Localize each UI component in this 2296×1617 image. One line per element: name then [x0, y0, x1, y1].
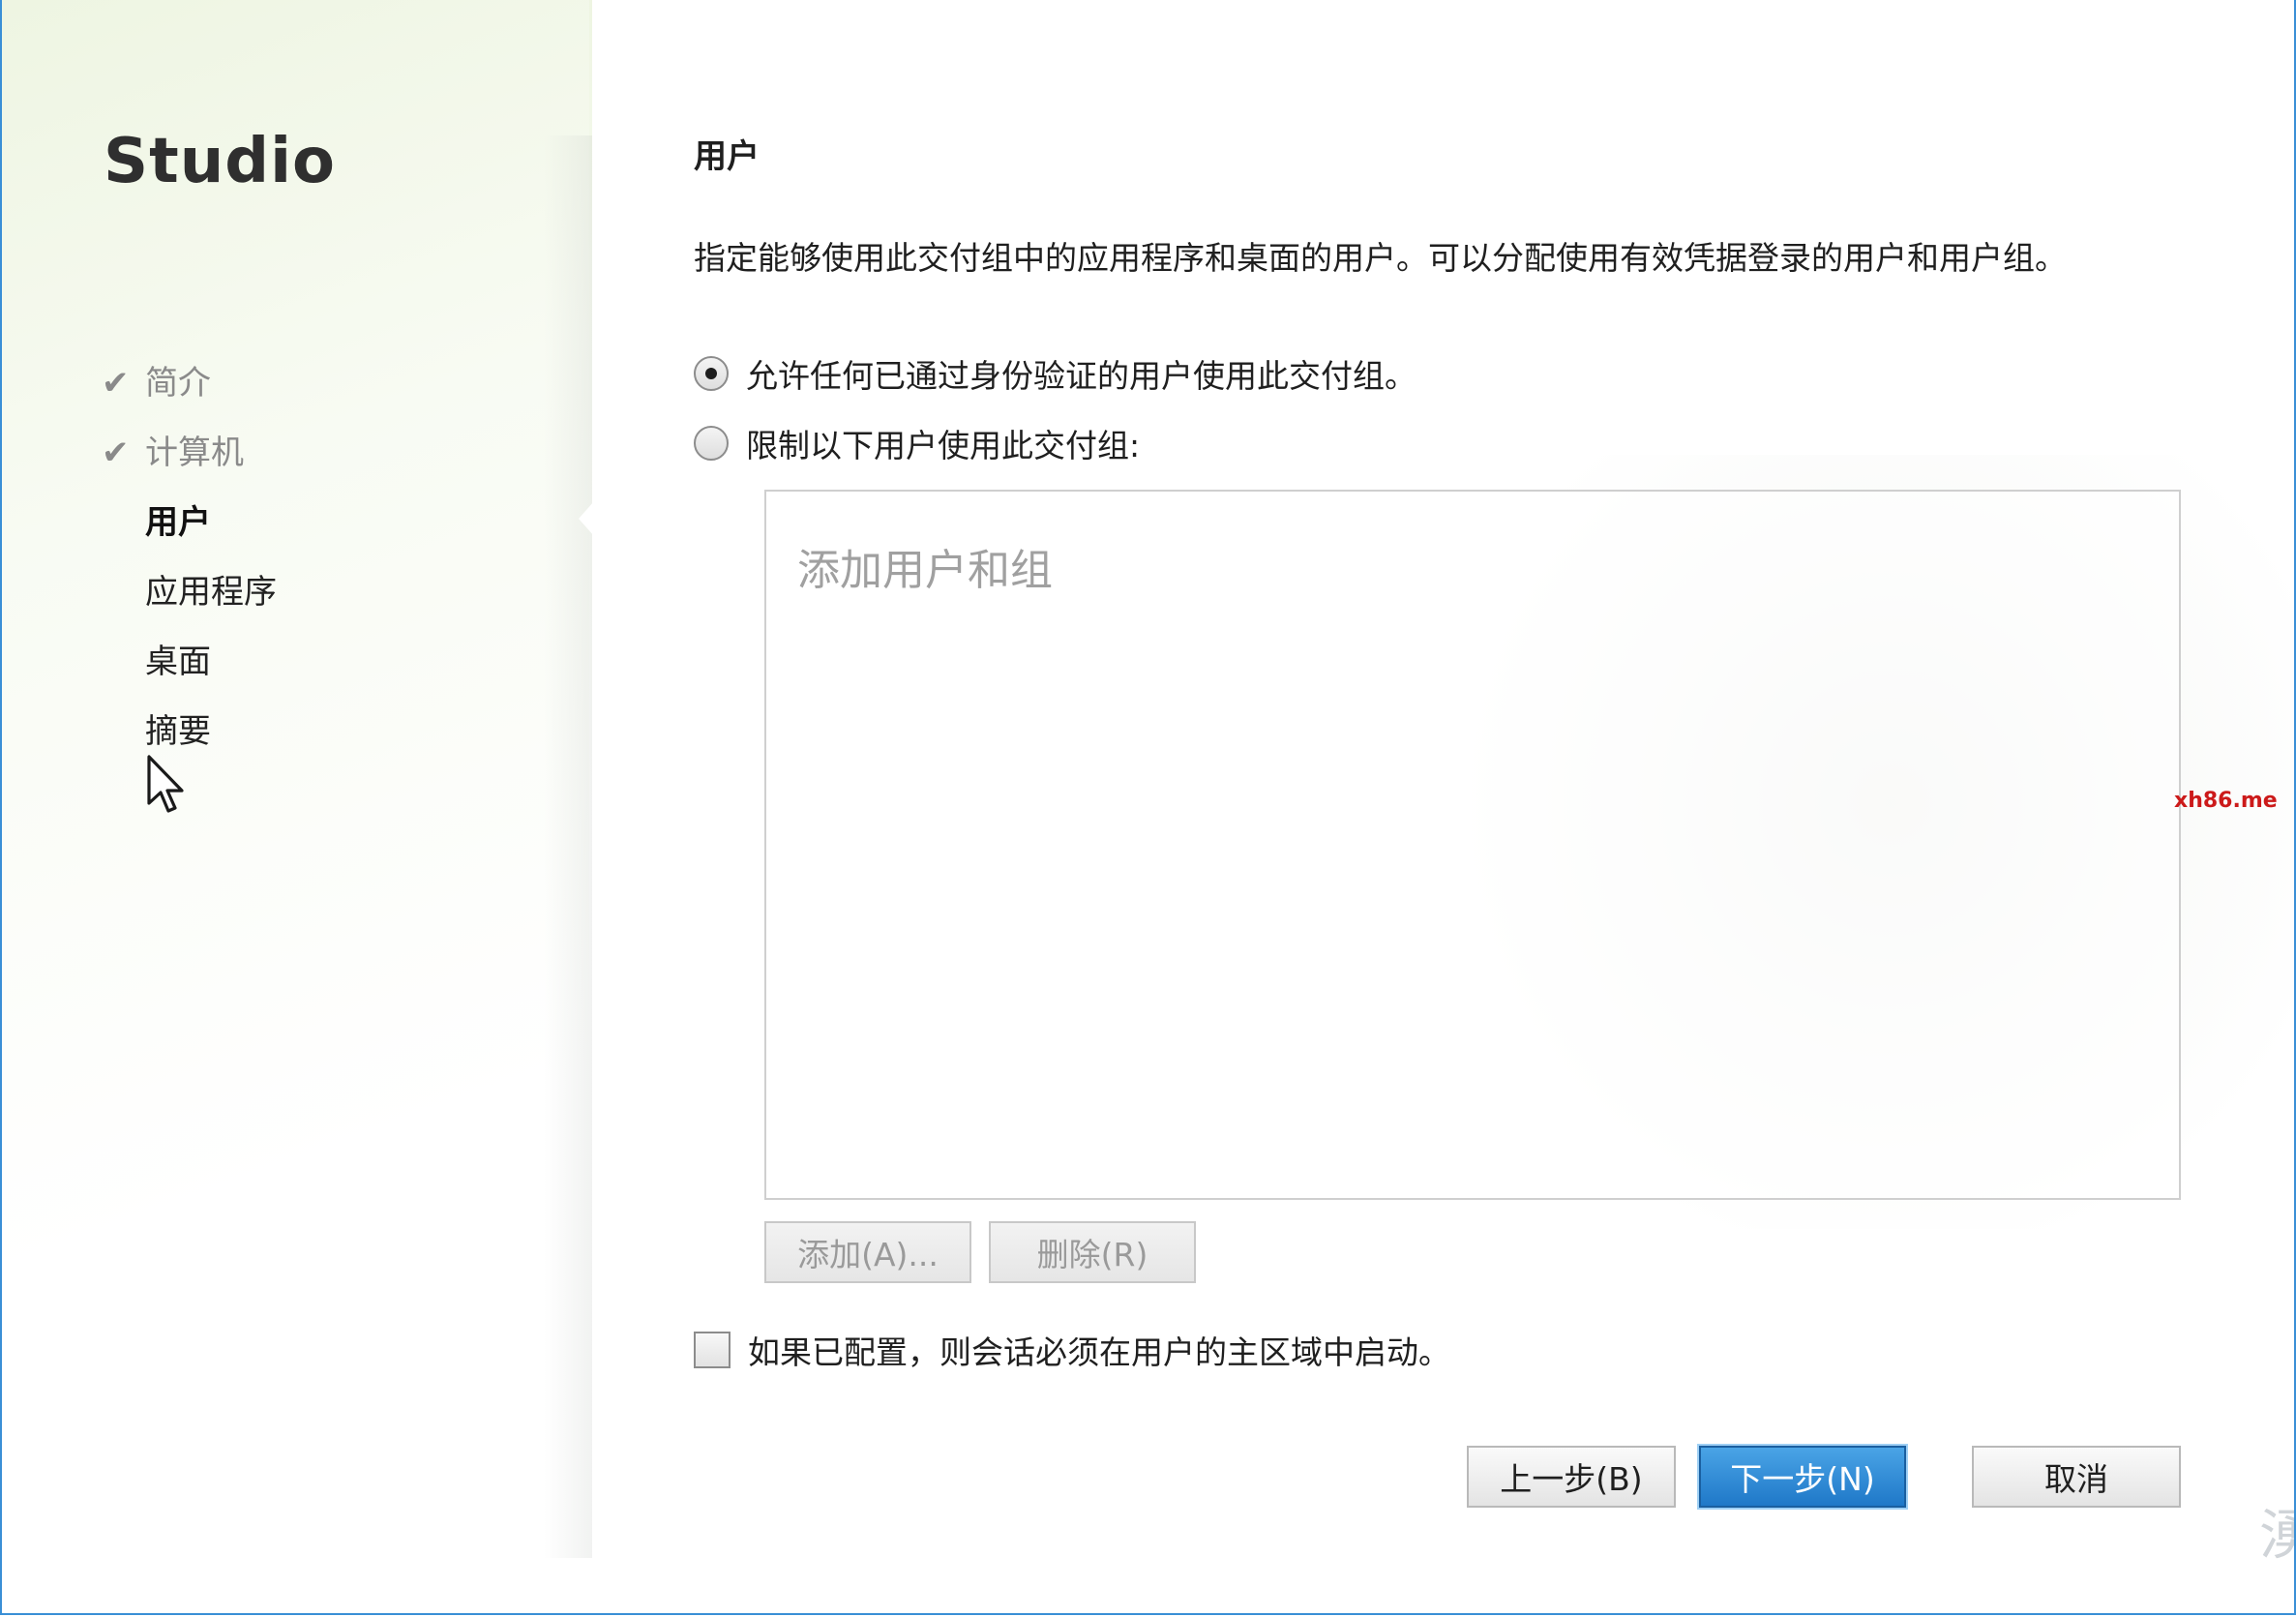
add-users-button[interactable]: 添加(A)... [764, 1221, 971, 1283]
wizard-content-pane: 用户 指定能够使用此交付组中的应用程序和桌面的用户。可以分配使用有效凭据登录的用… [592, 0, 2294, 1613]
step-label: 用户 [145, 503, 211, 542]
restrict-users-option[interactable]: 限制以下用户使用此交付组: [694, 419, 1140, 467]
wizard-nav-pane: Studio ✔ 简介 ✔ 计算机 用户 应用程序 桌面 摘要 [2, 0, 592, 1613]
back-button[interactable]: 上一步(B) [1467, 1446, 1676, 1508]
step-label: 应用程序 [145, 573, 277, 612]
restrict-users-radio[interactable] [694, 426, 729, 461]
allow-any-users-option[interactable]: 允许任何已通过身份验证的用户使用此交付组。 [694, 349, 1416, 398]
restrict-users-label[interactable]: 限制以下用户使用此交付组: [746, 420, 1140, 466]
wizard-window: Studio ✔ 简介 ✔ 计算机 用户 应用程序 桌面 摘要 用户 指定能够使… [0, 0, 2296, 1615]
allow-any-users-label[interactable]: 允许任何已通过身份验证的用户使用此交付组。 [746, 350, 1416, 397]
site-watermark: xh86.me [2174, 789, 2278, 813]
home-zone-option[interactable]: 如果已配置，则会话必须在用户的主区域中启动。 [694, 1326, 1450, 1374]
corner-watermark: 湧 [2259, 1510, 2294, 1564]
mouse-cursor-icon [147, 755, 184, 813]
cancel-button[interactable]: 取消 [1972, 1446, 2181, 1508]
home-zone-checkbox[interactable] [694, 1332, 731, 1368]
step-label: 桌面 [145, 643, 211, 681]
step-label: 计算机 [145, 434, 244, 472]
remove-users-button[interactable]: 删除(R) [989, 1221, 1196, 1283]
add-users-input[interactable] [795, 530, 2134, 610]
user-list-box[interactable] [764, 490, 2181, 1200]
step-label: 简介 [145, 364, 211, 403]
app-title: Studio [104, 126, 336, 197]
next-button[interactable]: 下一步(N) [1699, 1446, 1906, 1508]
allow-any-users-radio[interactable] [694, 356, 729, 391]
nav-pane-divider [544, 135, 592, 1558]
check-icon: ✔ [102, 434, 130, 472]
page-description: 指定能够使用此交付组中的应用程序和桌面的用户。可以分配使用有效凭据登录的用户和用… [694, 239, 2067, 277]
check-icon: ✔ [102, 364, 130, 403]
home-zone-label[interactable]: 如果已配置，则会话必须在用户的主区域中启动。 [748, 1327, 1450, 1373]
page-title: 用户 [694, 137, 760, 176]
